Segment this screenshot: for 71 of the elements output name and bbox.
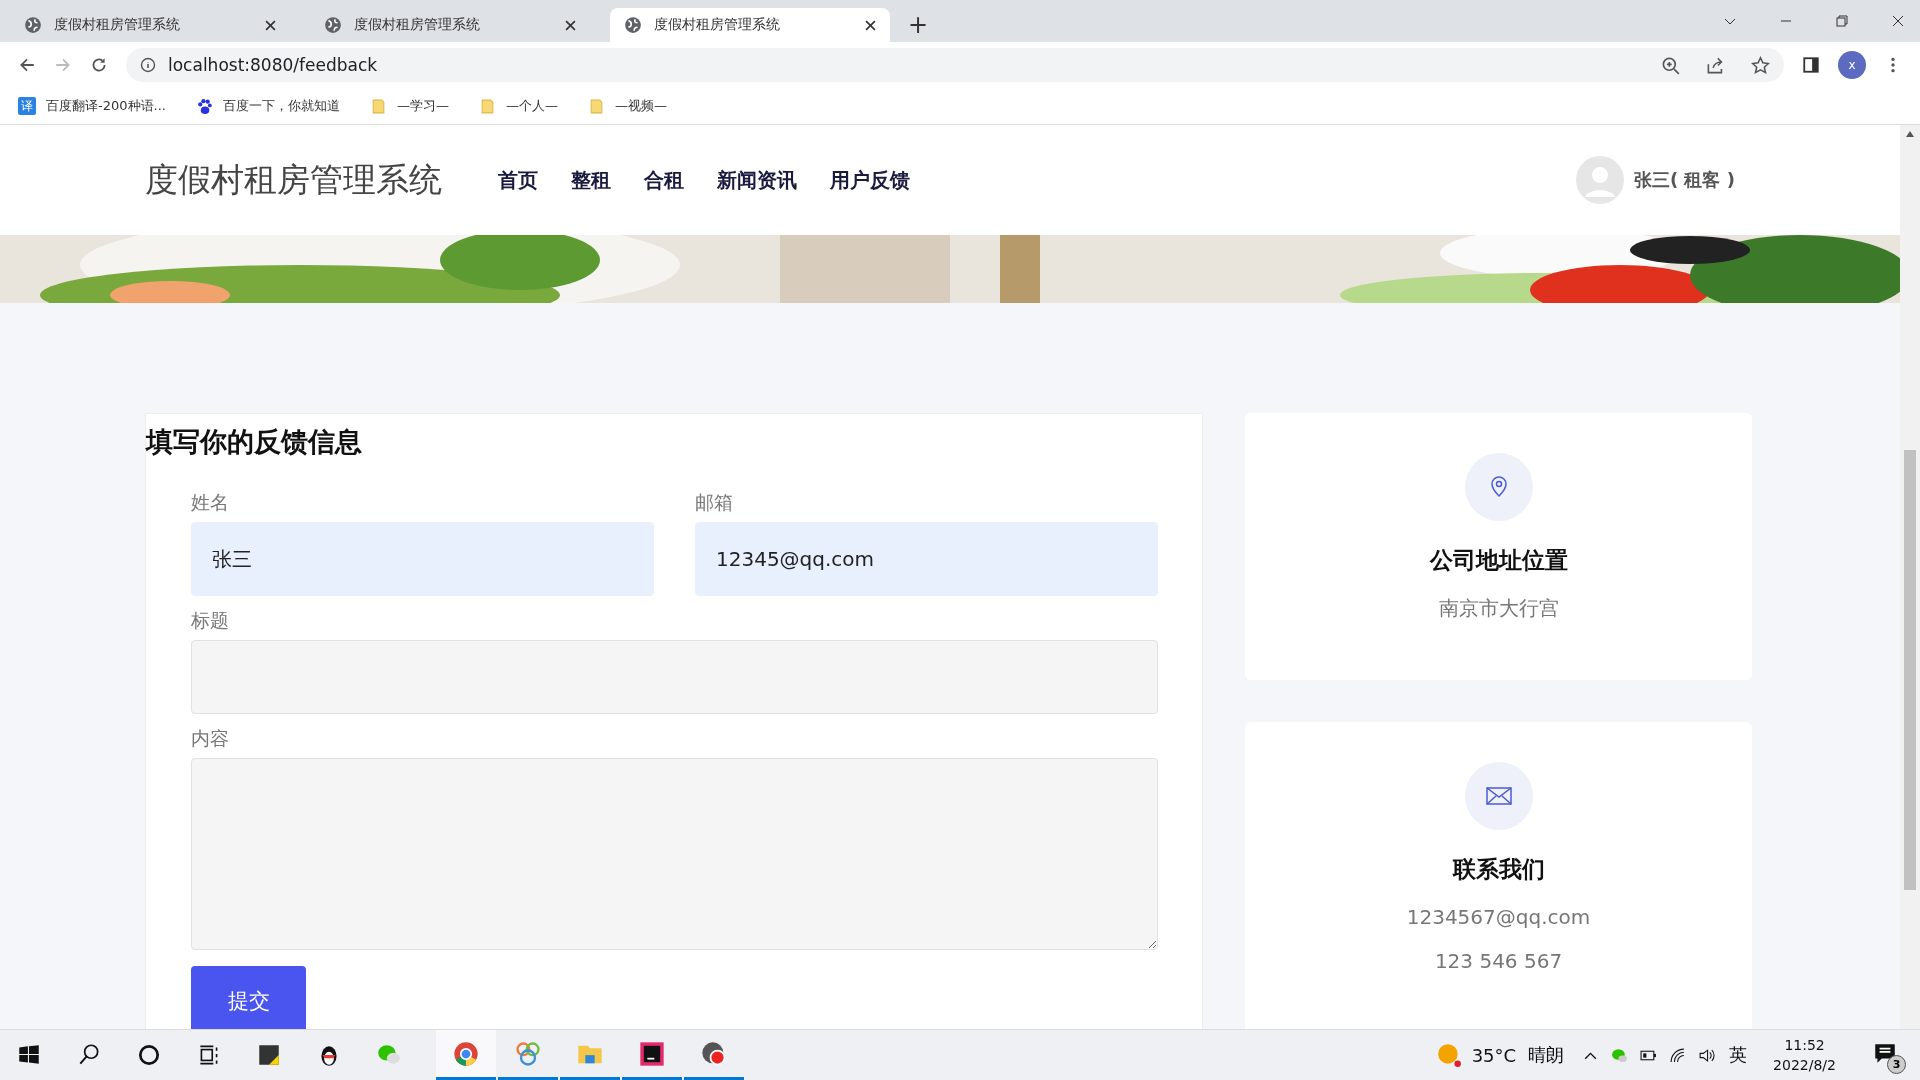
star-icon[interactable] (1751, 55, 1770, 75)
scrollbar[interactable] (1900, 125, 1920, 1029)
input-field[interactable] (191, 640, 1158, 714)
field-label: 标题 (191, 608, 230, 633)
card-text: 1234567@qq.com (1406, 904, 1591, 931)
share-icon[interactable] (1706, 55, 1725, 75)
clock[interactable]: 11:52 2022/8/2 (1773, 1035, 1836, 1075)
rings-icon (514, 1039, 542, 1068)
circle-icon[interactable] (136, 1042, 162, 1068)
browser-icon (452, 1039, 480, 1068)
bookmark-item[interactable]: —视频— (587, 97, 667, 115)
notification-count: 3 (1887, 1055, 1906, 1074)
browser-tab[interactable]: 度假村租房管理系统 (610, 8, 890, 42)
sticky-notes-icon[interactable] (256, 1042, 282, 1068)
info-icon (140, 57, 156, 73)
bookmark-item[interactable]: 百度一下，你就知道 (195, 97, 340, 115)
input-method-indicator[interactable]: 英 (1729, 1043, 1748, 1067)
speaker-icon[interactable] (1698, 1046, 1716, 1064)
field-label: 姓名 (191, 490, 230, 515)
weather-condition[interactable]: 晴朗 (1528, 1043, 1565, 1067)
nav-link[interactable]: 整租 (571, 166, 611, 194)
tab-title: 度假村租房管理系统 (654, 16, 781, 34)
tab-title: 度假村租房管理系统 (354, 16, 481, 34)
zoom-in-icon[interactable] (1661, 55, 1680, 75)
wifi-icon[interactable] (1669, 1046, 1687, 1064)
globe-icon (324, 16, 342, 34)
bookmark-item[interactable]: —个人— (478, 97, 558, 115)
close-icon[interactable] (865, 19, 876, 31)
profile-avatar[interactable]: x (1838, 51, 1866, 79)
sun-icon (1435, 1042, 1462, 1068)
restore-icon[interactable] (1834, 13, 1850, 29)
globe-icon (624, 16, 642, 34)
reload-icon[interactable] (90, 56, 108, 74)
nav-link[interactable]: 用户反馈 (830, 166, 910, 194)
url-text: localhost:8080/feedback (168, 55, 378, 75)
record-icon (700, 1039, 728, 1068)
translate-icon: 译 (18, 97, 36, 115)
browser-tab[interactable]: 度假村租房管理系统 (310, 8, 590, 42)
bookmark-item[interactable]: —学习— (369, 97, 449, 115)
field-label: 邮箱 (695, 490, 734, 515)
nav-link[interactable]: 合租 (644, 166, 684, 194)
card-title: 联系我们 (1452, 855, 1545, 884)
input-field[interactable]: 12345@qq.com (695, 522, 1158, 596)
close-icon[interactable] (1890, 13, 1906, 29)
tab-title: 度假村租房管理系统 (54, 16, 181, 34)
side-panel-icon[interactable] (1802, 56, 1820, 74)
app-icon (638, 1039, 666, 1068)
new-tab-button[interactable]: + (900, 8, 937, 42)
paw-icon (195, 97, 213, 115)
back-arrow-icon[interactable] (18, 56, 36, 74)
site-logo[interactable]: 度假村租房管理系统 (145, 157, 442, 203)
form-title: 填写你的反馈信息 (146, 425, 363, 459)
close-icon[interactable] (265, 19, 276, 31)
field-label: 内容 (191, 726, 230, 751)
clock-date: 2022/8/2 (1773, 1056, 1836, 1075)
chrome-taskbar-button[interactable] (436, 1030, 496, 1080)
globe-icon (24, 16, 42, 34)
clock-time: 11:52 (1784, 1036, 1825, 1055)
nav-link[interactable]: 新闻资讯 (717, 166, 797, 194)
card-text: 南京市大行宫 (1438, 595, 1559, 622)
weather-temperature[interactable]: 35°C (1471, 1044, 1517, 1066)
nav-link[interactable]: 首页 (498, 166, 538, 194)
bookmark-item[interactable]: 译 百度翻译-200种语... (18, 97, 166, 115)
browser-tab[interactable]: 度假村租房管理系统 (10, 8, 290, 42)
card-title: 公司地址位置 (1429, 546, 1568, 575)
submit-button[interactable]: 提交 (191, 966, 306, 1029)
user-name[interactable]: 张三( 租客 ) (1634, 168, 1735, 192)
card-text: 123 546 567 (1434, 948, 1563, 975)
address-field[interactable]: localhost:8080/feedback (126, 48, 1784, 82)
input-field[interactable]: 张三 (191, 522, 654, 596)
close-icon[interactable] (565, 19, 576, 31)
